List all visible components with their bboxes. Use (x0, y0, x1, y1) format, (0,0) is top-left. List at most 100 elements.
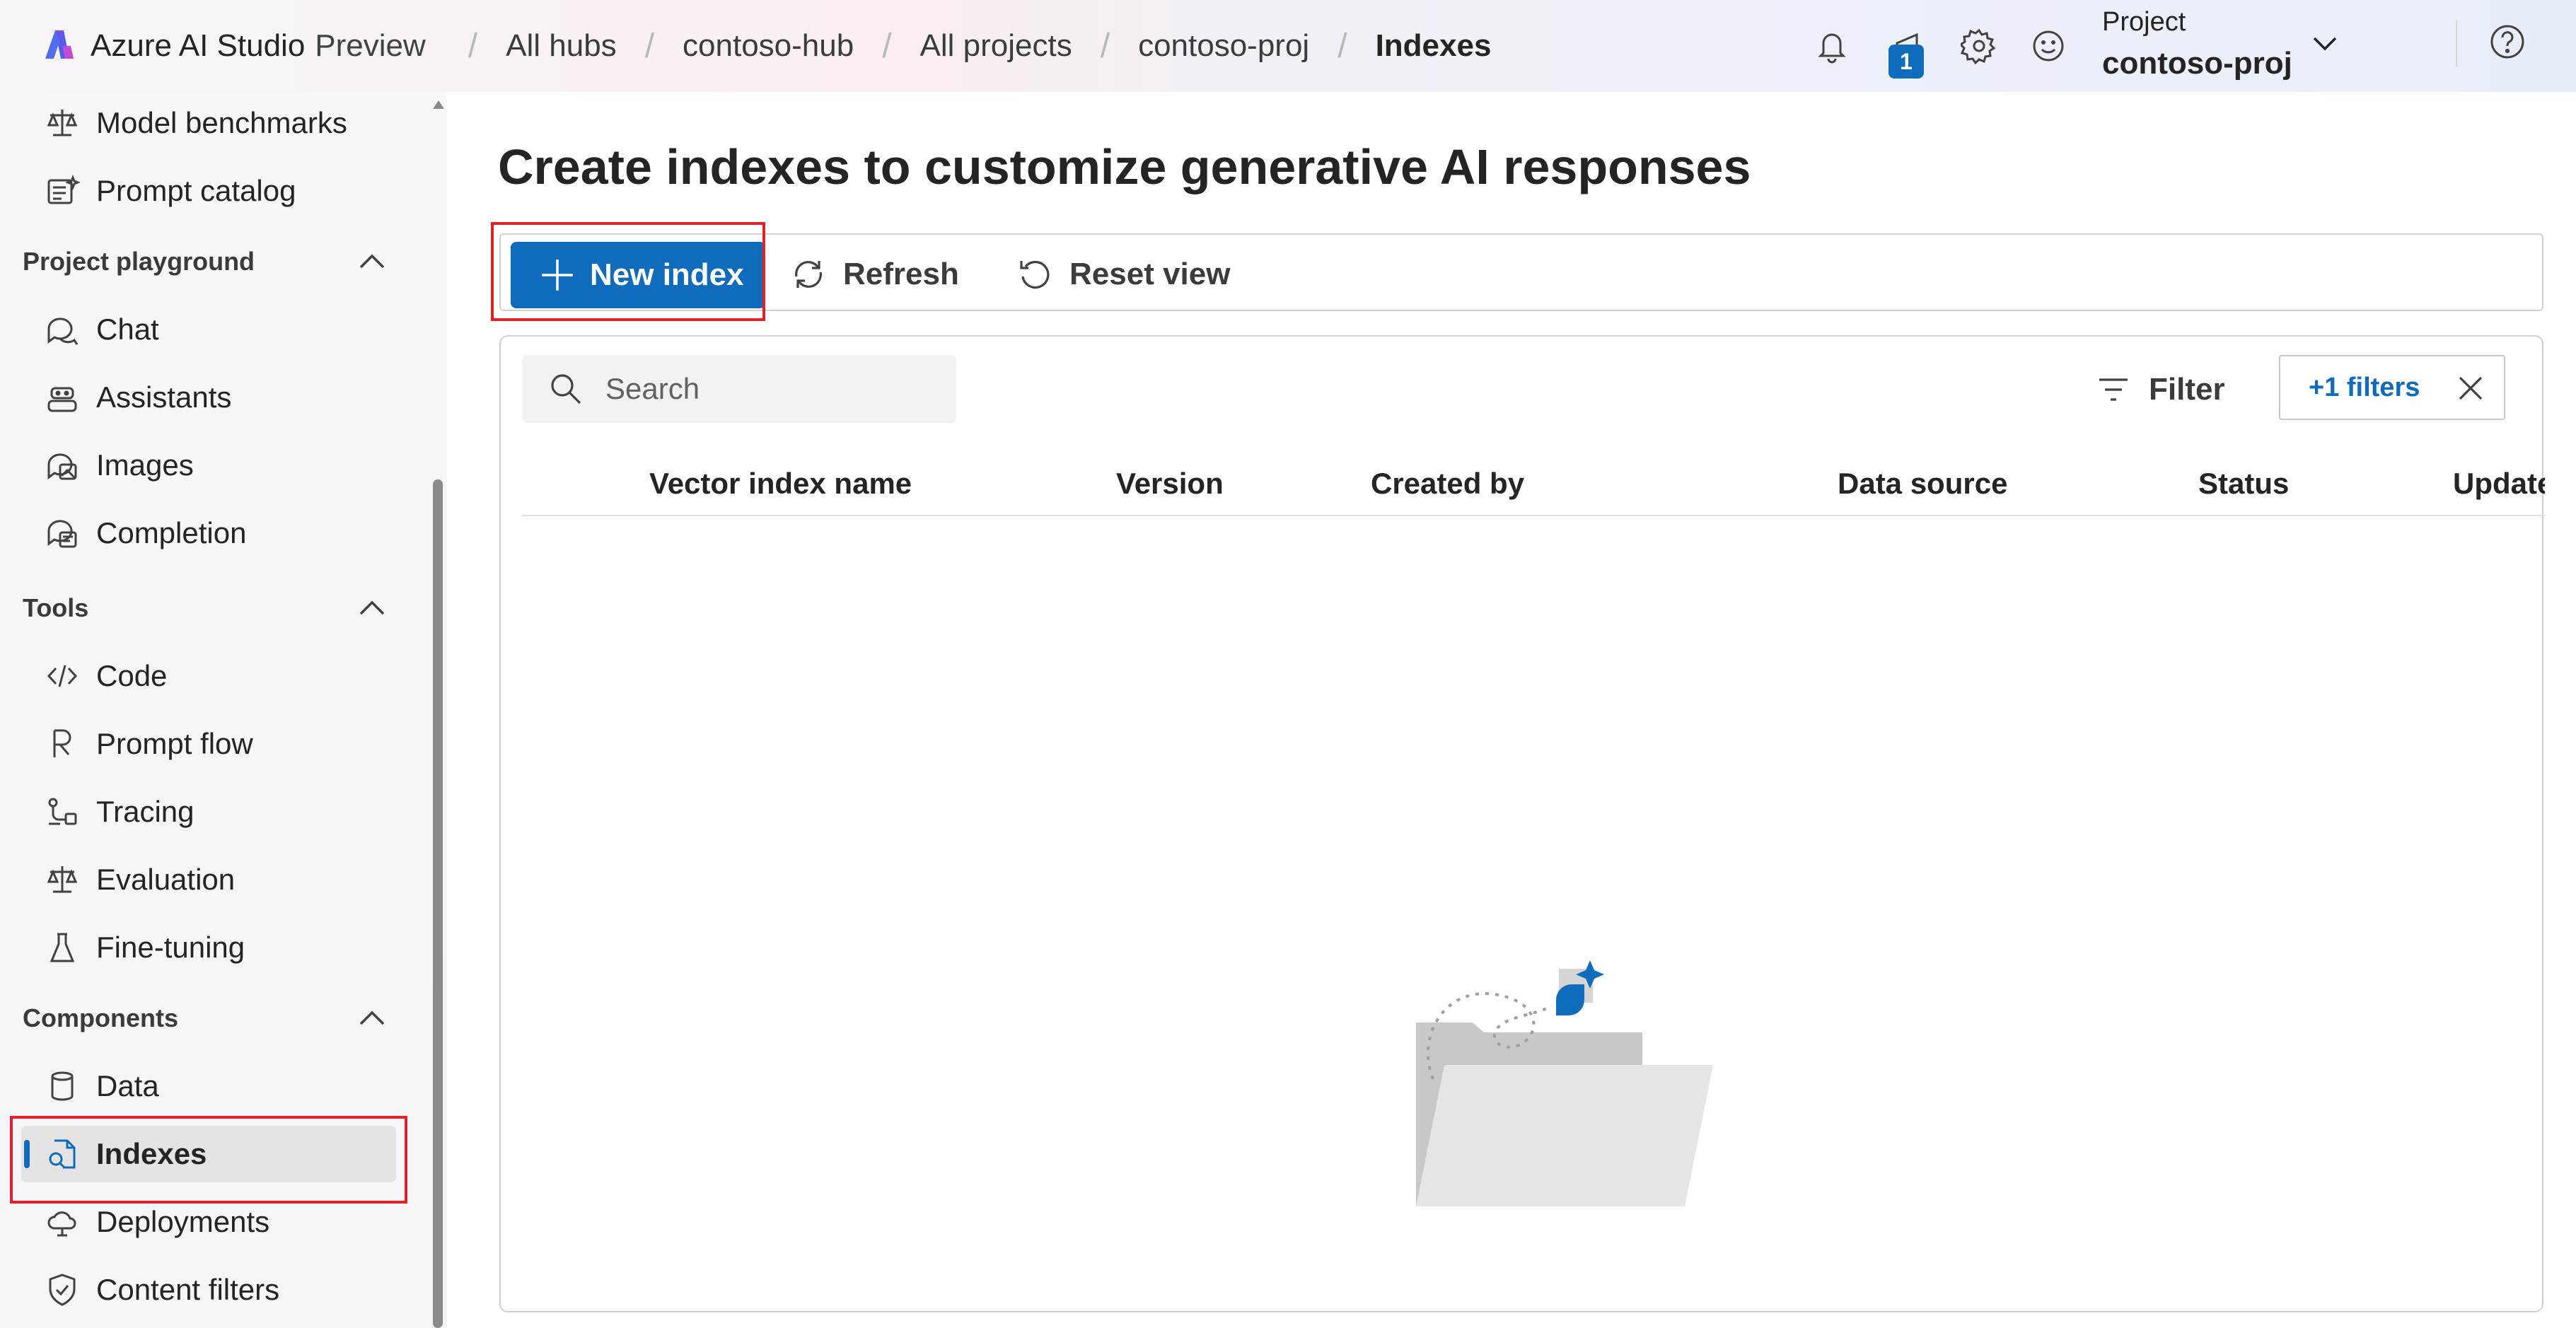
bell-icon (1818, 33, 1846, 64)
filter-count-label: +1 filters (2309, 372, 2420, 402)
filter-icon (2099, 378, 2128, 401)
breadcrumb-hub[interactable]: contoso-hub (683, 28, 854, 64)
sidebar-item-label: Tracing (96, 795, 195, 828)
sidebar-item-prompt-catalog[interactable]: Prompt catalog (21, 163, 396, 219)
header-divider (2456, 20, 2457, 66)
toolbar: New index Refresh Reset view (499, 233, 2543, 311)
sidebar-item-label: Content filters (96, 1273, 280, 1306)
sidebar-item-label: Deployments (96, 1205, 270, 1238)
catalog-icon (42, 171, 82, 211)
azure-ai-logo-icon (45, 30, 74, 59)
cloud-icon (42, 1202, 82, 1242)
project-name: contoso-proj (2102, 46, 2292, 81)
section-project-playground[interactable]: Project playground (23, 240, 390, 283)
notification-badge: 1 (1889, 45, 1924, 78)
sidebar-item-label: Completion (96, 516, 247, 549)
sidebar-item-label: Model benchmarks (96, 106, 347, 139)
sidebar-item-label: Images (96, 448, 194, 482)
chevron-down-icon[interactable] (2307, 25, 2343, 61)
column-header-data-source[interactable]: Data source (1838, 467, 2007, 501)
sidebar-item-evaluation[interactable]: Evaluation (21, 851, 396, 908)
assistant-icon (42, 378, 82, 417)
sidebar-item-label: Data (96, 1069, 159, 1102)
section-title: Tools (23, 593, 89, 622)
undo-icon (1020, 261, 1050, 289)
sidebar-item-code[interactable]: Code (21, 648, 396, 704)
images-icon (42, 445, 82, 485)
empty-folder-illustration (1416, 960, 1713, 1206)
sidebar-scroll-thumb[interactable] (433, 479, 443, 1328)
chat-icon (42, 310, 82, 349)
sidebar-item-fine-tuning[interactable]: Fine-tuning (21, 919, 396, 976)
chevron-up-icon[interactable] (355, 591, 389, 625)
database-icon (42, 1066, 82, 1106)
preview-label: Preview (315, 28, 426, 63)
breadcrumb-all-hubs[interactable]: All hubs (506, 28, 617, 64)
refresh-label: Refresh (843, 257, 959, 291)
gear-icon (1961, 28, 1996, 64)
brand[interactable]: Azure AI Studio Preview (41, 28, 426, 64)
shield-icon (42, 1270, 82, 1310)
search-icon (551, 374, 581, 404)
section-tools[interactable]: Tools (23, 587, 390, 629)
sidebar-item-label: Prompt catalog (96, 174, 296, 207)
top-bar: Azure AI Studio Preview / All hubs / con… (0, 0, 2576, 92)
breadcrumb-all-projects[interactable]: All projects (920, 28, 1072, 64)
flow-icon (42, 724, 82, 764)
sidebar-item-label: Evaluation (96, 863, 236, 896)
flask-icon (42, 928, 82, 967)
active-filters-chip[interactable]: +1 filters (2279, 355, 2505, 420)
app-title: Azure AI Studio (91, 28, 306, 63)
notifications-button[interactable] (1811, 25, 1853, 67)
sidebar-item-prompt-flow[interactable]: Prompt flow (21, 716, 396, 772)
table-header: Vector index name Version Created by Dat… (522, 445, 2545, 516)
sidebar-item-label: Chat (96, 313, 159, 346)
column-header-version[interactable]: Version (1116, 467, 1224, 501)
section-title: Project playground (23, 247, 255, 276)
search-box[interactable] (522, 355, 956, 423)
tracing-icon (42, 792, 82, 832)
reset-view-button[interactable]: Reset view (1016, 245, 1230, 304)
sidebar-item-chat[interactable]: Chat (21, 301, 396, 358)
refresh-button[interactable]: Refresh (789, 245, 959, 304)
column-header-created-by[interactable]: Created by (1371, 467, 1524, 501)
chevron-up-icon[interactable] (355, 245, 389, 279)
smiley-icon (2033, 30, 2064, 62)
completion-icon (42, 513, 82, 553)
scale-icon (42, 103, 82, 143)
announcements-button[interactable]: 1 (1889, 25, 1931, 78)
filter-button[interactable]: Filter (2095, 365, 2225, 414)
indexes-table-panel: Filter +1 filters Vector index name Vers… (499, 335, 2545, 1312)
sidebar-item-assistants[interactable]: Assistants (21, 369, 396, 426)
breadcrumb-current: Indexes (1375, 28, 1492, 63)
sidebar-item-content-filters[interactable]: Content filters (21, 1262, 396, 1318)
column-header-status[interactable]: Status (2198, 467, 2289, 501)
project-selector[interactable]: Project contoso-proj (2102, 7, 2292, 81)
sidebar-item-model-benchmarks[interactable]: Model benchmarks (21, 95, 396, 151)
section-title: Components (23, 1003, 178, 1032)
sidebar-item-label: Prompt flow (96, 727, 253, 760)
evaluation-icon (42, 860, 82, 899)
chevron-up-icon[interactable] (355, 1001, 389, 1035)
main-content: Create indexes to customize generative A… (447, 92, 2576, 1328)
sidebar-item-label: Assistants (96, 380, 232, 414)
section-components[interactable]: Components (23, 997, 390, 1039)
search-input[interactable] (605, 372, 931, 406)
column-header-name[interactable]: Vector index name (649, 467, 912, 501)
header-actions: 1 (1811, 0, 2096, 92)
help-icon[interactable] (2487, 21, 2528, 62)
sidebar-item-label: Fine-tuning (96, 931, 245, 964)
column-header-updated[interactable]: Update (2453, 467, 2545, 501)
sidebar-item-data[interactable]: Data (21, 1058, 396, 1114)
sidebar-item-tracing[interactable]: Tracing (21, 784, 396, 840)
breadcrumb-project[interactable]: contoso-proj (1138, 28, 1309, 64)
page-title: Create indexes to customize generative A… (498, 139, 1751, 194)
feedback-button[interactable] (2027, 25, 2070, 67)
code-icon (42, 656, 82, 696)
project-label: Project (2102, 7, 2186, 37)
sidebar-item-completion[interactable]: Completion (21, 505, 396, 561)
scroll-up-arrow-icon[interactable] (433, 100, 444, 109)
sidebar-item-images[interactable]: Images (21, 437, 396, 494)
close-icon[interactable] (2453, 371, 2488, 406)
settings-button[interactable] (1958, 25, 2000, 67)
